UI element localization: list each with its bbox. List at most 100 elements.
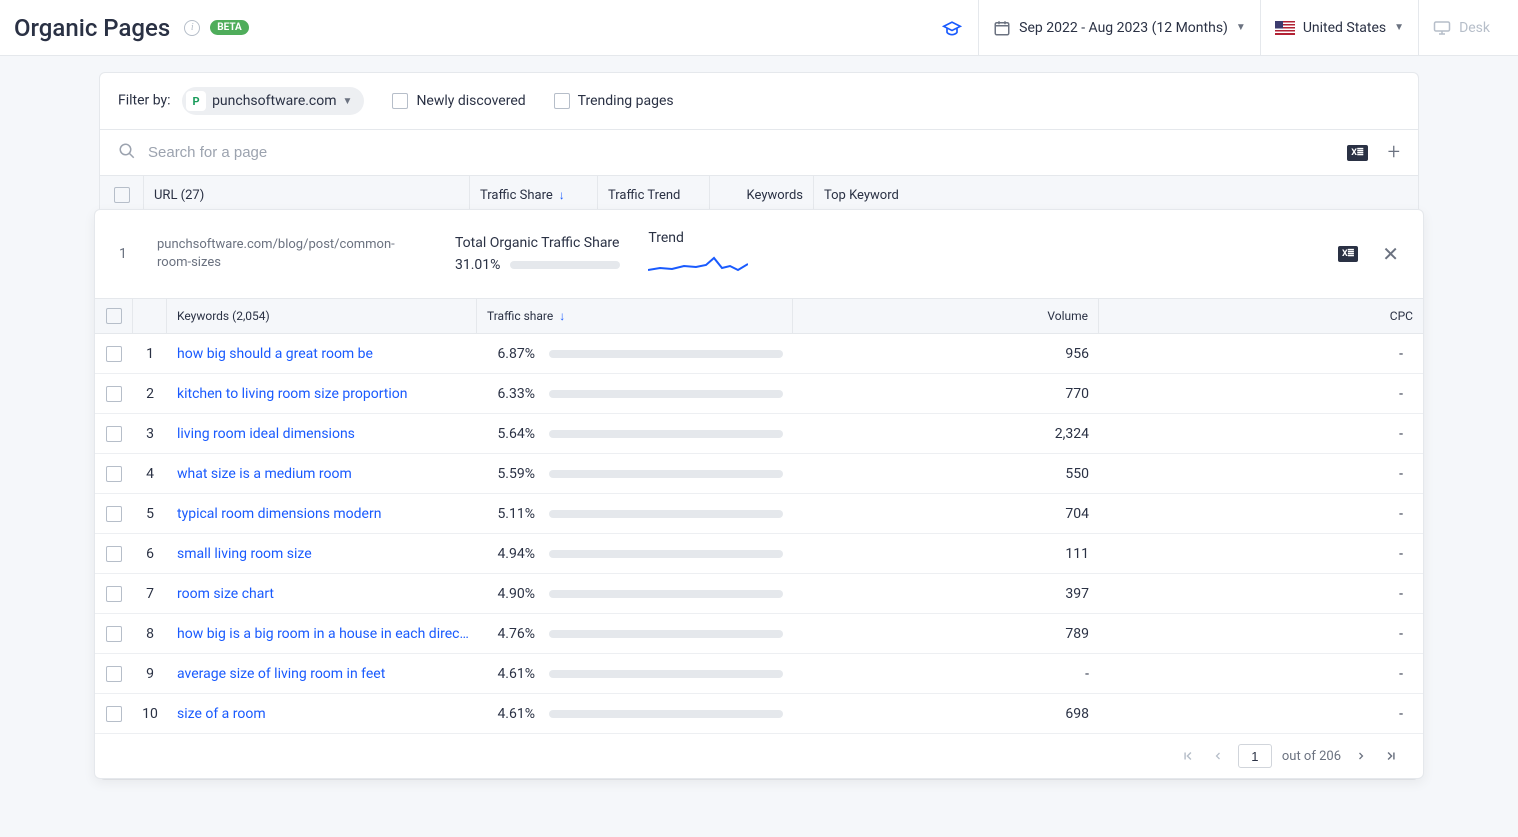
- row-checkbox[interactable]: [95, 386, 133, 402]
- keyword-row: 7room size chart4.90%397-: [95, 574, 1423, 614]
- sort-desc-icon: ↓: [559, 309, 565, 323]
- domain-filter-label: punchsoftware.com: [212, 93, 336, 109]
- row-checkbox[interactable]: [95, 426, 133, 442]
- pagination-prev-button[interactable]: [1208, 746, 1228, 766]
- select-all-keywords[interactable]: [95, 299, 133, 333]
- cpc-cell: -: [1099, 506, 1423, 522]
- row-number: 5: [133, 506, 167, 522]
- column-traffic-share[interactable]: Traffic share ↓: [477, 299, 793, 333]
- column-cpc[interactable]: CPC: [1099, 299, 1423, 333]
- country-selector[interactable]: United States ▼: [1261, 0, 1418, 55]
- keyword-table-body: 1how big should a great room be6.87%956-…: [95, 334, 1423, 734]
- info-icon[interactable]: i: [184, 20, 200, 36]
- row-checkbox[interactable]: [95, 706, 133, 722]
- pagination-next-button[interactable]: [1351, 746, 1371, 766]
- cpc-cell: -: [1099, 466, 1423, 482]
- traffic-share-cell: 4.61%: [477, 706, 793, 722]
- search-input[interactable]: [148, 144, 1335, 161]
- traffic-share-cell: 6.33%: [477, 386, 793, 402]
- keyword-link[interactable]: kitchen to living room size proportion: [167, 386, 477, 402]
- newly-discovered-checkbox[interactable]: Newly discovered: [392, 93, 525, 109]
- page-title: Organic Pages: [14, 14, 170, 42]
- keyword-link[interactable]: how big should a great room be: [167, 346, 477, 362]
- volume-cell: 698: [793, 706, 1099, 722]
- cpc-cell: -: [1099, 706, 1423, 722]
- row-number: 2: [133, 386, 167, 402]
- traffic-share-cell: 4.61%: [477, 666, 793, 682]
- trending-pages-label: Trending pages: [578, 93, 674, 109]
- row-number: 1: [119, 246, 129, 262]
- page-url[interactable]: punchsoftware.com/blog/post/common-room-…: [157, 236, 427, 272]
- column-keywords[interactable]: Keywords (2,054): [167, 299, 477, 333]
- chevron-down-icon: ▼: [1394, 22, 1404, 33]
- education-icon[interactable]: [926, 18, 978, 38]
- traffic-share-cell: 4.94%: [477, 546, 793, 562]
- keyword-row: 1how big should a great room be6.87%956-: [95, 334, 1423, 374]
- keyword-row: 4what size is a medium room5.59%550-: [95, 454, 1423, 494]
- trend-metric: Trend: [648, 230, 748, 278]
- volume-cell: 789: [793, 626, 1099, 642]
- keyword-link[interactable]: typical room dimensions modern: [167, 506, 477, 522]
- row-checkbox[interactable]: [95, 626, 133, 642]
- volume-cell: 770: [793, 386, 1099, 402]
- chevron-down-icon: ▼: [1236, 22, 1246, 33]
- date-range-selector[interactable]: Sep 2022 - Aug 2023 (12 Months) ▼: [979, 0, 1260, 55]
- row-checkbox[interactable]: [95, 546, 133, 562]
- keyword-table-header: Keywords (2,054) Traffic share ↓ Volume …: [95, 298, 1423, 334]
- pagination-page-input[interactable]: [1238, 744, 1272, 768]
- row-checkbox[interactable]: [95, 346, 133, 362]
- keyword-link[interactable]: average size of living room in feet: [167, 666, 477, 682]
- row-checkbox[interactable]: [95, 466, 133, 482]
- keyword-row: 9average size of living room in feet4.61…: [95, 654, 1423, 694]
- metric-bar: [510, 261, 620, 269]
- keyword-link[interactable]: small living room size: [167, 546, 477, 562]
- column-volume[interactable]: Volume: [793, 299, 1099, 333]
- export-excel-button[interactable]: X≣: [1347, 145, 1367, 161]
- pagination-last-button[interactable]: [1381, 746, 1401, 766]
- keyword-link[interactable]: living room ideal dimensions: [167, 426, 477, 442]
- checkbox-icon: [392, 93, 408, 109]
- row-number: 9: [133, 666, 167, 682]
- row-number: 3: [133, 426, 167, 442]
- device-selector[interactable]: Desk: [1419, 0, 1504, 55]
- keyword-link[interactable]: what size is a medium room: [167, 466, 477, 482]
- country-label: United States: [1303, 20, 1386, 36]
- keyword-link[interactable]: size of a room: [167, 706, 477, 722]
- cpc-cell: -: [1099, 546, 1423, 562]
- row-number: 4: [133, 466, 167, 482]
- traffic-share-cell: 4.90%: [477, 586, 793, 602]
- row-number: 10: [133, 706, 167, 722]
- volume-cell: 550: [793, 466, 1099, 482]
- pagination-total-label: out of 206: [1282, 749, 1341, 764]
- keyword-row: 5typical room dimensions modern5.11%704-: [95, 494, 1423, 534]
- keyword-row: 2kitchen to living room size proportion6…: [95, 374, 1423, 414]
- metric-label: Total Organic Traffic Share: [455, 235, 620, 251]
- flag-us-icon: [1275, 21, 1295, 35]
- pagination-first-button[interactable]: [1178, 746, 1198, 766]
- add-button[interactable]: +: [1388, 140, 1400, 165]
- trending-pages-checkbox[interactable]: Trending pages: [554, 93, 674, 109]
- volume-cell: 397: [793, 586, 1099, 602]
- calendar-icon: [993, 19, 1011, 37]
- volume-cell: 111: [793, 546, 1099, 562]
- traffic-share-cell: 6.87%: [477, 346, 793, 362]
- keyword-row: 6small living room size4.94%111-: [95, 534, 1423, 574]
- search-row: X≣ +: [100, 129, 1418, 175]
- newly-discovered-label: Newly discovered: [416, 93, 525, 109]
- row-checkbox[interactable]: [95, 506, 133, 522]
- keyword-link[interactable]: how big is a big room in a house in each…: [167, 626, 477, 642]
- cpc-cell: -: [1099, 586, 1423, 602]
- row-checkbox[interactable]: [95, 666, 133, 682]
- row-checkbox[interactable]: [95, 586, 133, 602]
- export-excel-button[interactable]: X≣: [1338, 246, 1358, 262]
- filter-label: Filter by:: [118, 93, 171, 109]
- chevron-down-icon: ▼: [343, 96, 353, 107]
- volume-cell: 956: [793, 346, 1099, 362]
- traffic-share-cell: 5.59%: [477, 466, 793, 482]
- traffic-share-metric: Total Organic Traffic Share 31.01%: [455, 235, 620, 273]
- keyword-row: 3living room ideal dimensions5.64%2,324-: [95, 414, 1423, 454]
- traffic-share-cell: 4.76%: [477, 626, 793, 642]
- close-icon[interactable]: ✕: [1382, 242, 1399, 266]
- domain-filter-chip[interactable]: P punchsoftware.com ▼: [182, 87, 364, 115]
- keyword-link[interactable]: room size chart: [167, 586, 477, 602]
